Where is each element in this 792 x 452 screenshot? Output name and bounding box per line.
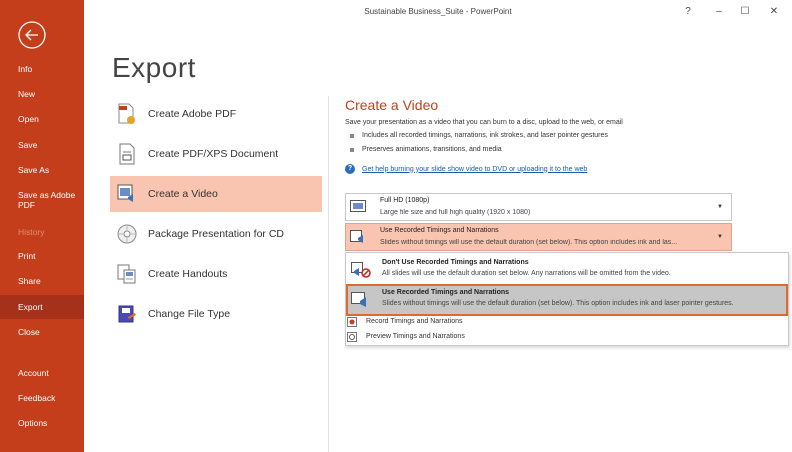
preview-icon bbox=[347, 331, 357, 342]
menu-item-subtitle: All slides will use the default duration… bbox=[382, 270, 671, 277]
chevron-down-icon: ▼ bbox=[717, 234, 723, 240]
close-button[interactable]: ✕ bbox=[766, 4, 782, 20]
nav-new[interactable]: New bbox=[0, 89, 84, 99]
quality-title: Full HD (1080p) bbox=[380, 197, 430, 204]
nav-info[interactable]: Info bbox=[0, 64, 84, 74]
nav-save[interactable]: Save bbox=[0, 140, 84, 150]
nav-close[interactable]: Close bbox=[0, 327, 84, 337]
section-title: Create a Video bbox=[345, 97, 439, 113]
option-package-cd[interactable]: Package Presentation for CD bbox=[110, 216, 322, 252]
bullet-item: Includes all recorded timings, narration… bbox=[350, 132, 608, 139]
menu-item-title: Use Recorded Timings and Narrations bbox=[382, 289, 510, 296]
option-create-pdf-xps[interactable]: Create PDF/XPS Document bbox=[110, 136, 322, 172]
nav-share[interactable]: Share bbox=[0, 276, 84, 286]
bullet-text: Includes all recorded timings, narration… bbox=[362, 132, 608, 139]
menu-item-use-timings[interactable]: Use Recorded Timings and Narrations Slid… bbox=[346, 284, 788, 316]
option-label: Package Presentation for CD bbox=[148, 228, 284, 240]
nav-print[interactable]: Print bbox=[0, 251, 84, 261]
timings-title: Use Recorded Timings and Narrations bbox=[380, 227, 499, 234]
option-label: Create Adobe PDF bbox=[148, 108, 237, 120]
cd-icon bbox=[116, 223, 138, 245]
option-label: Create a Video bbox=[148, 188, 218, 200]
bullet-item: Preserves animations, transitions, and m… bbox=[350, 146, 502, 153]
help-icon: ? bbox=[345, 164, 355, 174]
backstage-sidebar: Info New Open Save Save As Save as Adobe… bbox=[0, 0, 84, 452]
handouts-icon bbox=[116, 263, 138, 285]
help-link[interactable]: Get help burning your slide show video t… bbox=[362, 166, 587, 173]
chevron-down-icon: ▼ bbox=[717, 204, 723, 210]
record-icon bbox=[347, 316, 357, 327]
action-label: Preview Timings and Narrations bbox=[366, 333, 465, 340]
menu-item-dont-use-timings[interactable]: Don't Use Recorded Timings and Narration… bbox=[348, 256, 786, 284]
page-title: Export bbox=[112, 52, 196, 83]
option-create-handouts[interactable]: Create Handouts bbox=[110, 256, 322, 292]
maximize-button[interactable]: ☐ bbox=[737, 4, 753, 20]
no-narration-icon bbox=[351, 262, 371, 278]
timings-subtitle: Slides without timings will use the defa… bbox=[380, 239, 678, 246]
menu-item-subtitle: Slides without timings will use the defa… bbox=[382, 300, 734, 307]
timings-dropdown[interactable]: Use Recorded Timings and Narrations Slid… bbox=[345, 223, 732, 251]
narration-icon bbox=[350, 230, 363, 243]
preview-timings-action[interactable]: Preview Timings and Narrations bbox=[347, 330, 465, 343]
help-button[interactable]: ? bbox=[680, 4, 696, 20]
file-type-icon bbox=[116, 303, 138, 325]
narration-icon bbox=[351, 292, 366, 307]
section-description: Save your presentation as a video that y… bbox=[345, 119, 623, 126]
monitor-icon bbox=[350, 200, 366, 212]
divider bbox=[328, 96, 329, 452]
back-arrow-icon bbox=[18, 21, 46, 49]
pdf-xps-icon bbox=[116, 143, 138, 165]
option-change-file-type[interactable]: Change File Type bbox=[110, 296, 322, 332]
nav-open[interactable]: Open bbox=[0, 114, 84, 124]
nav-save-as-adobe-pdf[interactable]: Save as Adobe PDF bbox=[0, 190, 84, 210]
nav-save-as[interactable]: Save As bbox=[0, 165, 84, 175]
quality-subtitle: Large file size and full high quality (1… bbox=[380, 209, 531, 216]
option-label: Create PDF/XPS Document bbox=[148, 148, 279, 160]
record-timings-action[interactable]: Record Timings and Narrations bbox=[347, 315, 463, 328]
nav-history: History bbox=[18, 227, 45, 237]
bullet-icon bbox=[350, 147, 354, 152]
help-link-row[interactable]: ? Get help burning your slide show video… bbox=[345, 164, 587, 174]
video-icon bbox=[116, 183, 138, 205]
menu-item-title: Don't Use Recorded Timings and Narration… bbox=[382, 259, 529, 266]
back-button[interactable] bbox=[17, 20, 47, 50]
minimize-button[interactable]: – bbox=[711, 4, 727, 20]
bullet-icon bbox=[350, 133, 354, 138]
nav-export[interactable]: Export bbox=[0, 295, 84, 319]
quality-dropdown[interactable]: Full HD (1080p) Large file size and full… bbox=[345, 193, 732, 221]
nav-account[interactable]: Account bbox=[0, 368, 84, 378]
action-label: Record Timings and Narrations bbox=[366, 318, 463, 325]
option-create-adobe-pdf[interactable]: Create Adobe PDF bbox=[110, 96, 322, 132]
option-label: Change File Type bbox=[148, 308, 231, 320]
nav-feedback[interactable]: Feedback bbox=[0, 393, 84, 403]
option-label: Create Handouts bbox=[148, 268, 228, 280]
bullet-text: Preserves animations, transitions, and m… bbox=[362, 146, 502, 153]
adobe-pdf-icon bbox=[116, 103, 138, 125]
nav-options[interactable]: Options bbox=[0, 418, 84, 428]
option-create-video[interactable]: Create a Video bbox=[110, 176, 322, 212]
